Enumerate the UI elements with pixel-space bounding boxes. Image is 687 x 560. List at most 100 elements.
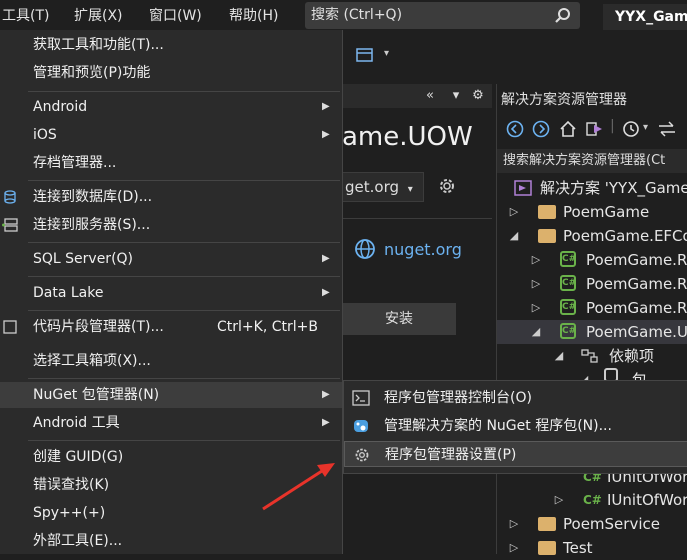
submenu-item-package-settings[interactable]: 程序包管理器设置(P)	[344, 441, 687, 467]
submenu-arrow-icon: ▶	[322, 287, 330, 298]
main-toolbar: ▾	[342, 34, 492, 82]
menu-item-label: 连接到服务器(S)...	[33, 217, 151, 233]
tree-folder-efcore[interactable]: ◢ PoemGame.EFCo	[508, 224, 687, 248]
solution-explorer-toolbar: | ▾	[497, 114, 687, 146]
expand-arrow-icon[interactable]: ▷	[530, 296, 542, 320]
home-icon[interactable]	[558, 119, 578, 139]
expand-arrow-icon[interactable]: ▷	[530, 272, 542, 296]
tree-folder-test[interactable]: ▷ Test	[508, 536, 687, 560]
menu-separator	[28, 180, 340, 181]
switch-views-icon[interactable]	[585, 119, 605, 139]
database-connect-icon	[4, 190, 16, 204]
collapse-arrow-icon[interactable]: ◢	[553, 344, 565, 368]
folder-icon	[538, 517, 556, 531]
tree-label: PoemGame	[563, 203, 650, 221]
collapse-arrow-icon[interactable]: ◢	[530, 320, 542, 344]
server-connect-icon	[2, 218, 18, 232]
history-icon[interactable]	[621, 119, 641, 139]
toolbar-separator: |	[610, 118, 615, 134]
menu-window[interactable]: 窗口(W)	[149, 0, 202, 30]
menu-separator	[28, 378, 340, 379]
gear-icon	[355, 448, 369, 462]
menu-item-ios[interactable]: iOS ▶	[0, 122, 342, 148]
expand-arrow-icon[interactable]: ▷	[530, 248, 542, 272]
solution-search-input[interactable]: 搜索解决方案资源管理器(Ct	[497, 149, 687, 173]
menu-item-snippet-manager[interactable]: 代码片段管理器(T)... Ctrl+K, Ctrl+B	[0, 314, 342, 340]
menu-item-label: NuGet 包管理器(N)	[33, 387, 160, 403]
chevron-down-icon: ▾	[407, 184, 413, 195]
toolbar-dropdown-icon[interactable]: ▾	[384, 48, 389, 59]
menu-help[interactable]: 帮助(H)	[229, 0, 278, 30]
collapse-arrow-icon[interactable]: ◢	[508, 224, 520, 248]
menu-item-sql-server[interactable]: SQL Server(Q) ▶	[0, 246, 342, 272]
expand-arrow-icon[interactable]: ▷	[553, 488, 565, 512]
menu-extensions[interactable]: 扩展(X)	[74, 0, 123, 30]
menu-item-archive-manager[interactable]: 存档管理器...	[0, 150, 342, 176]
submenu-item-label: 程序包管理器设置(P)	[385, 447, 517, 463]
collapse-icon[interactable]: «	[420, 86, 440, 106]
tree-file[interactable]: ▷ C# IUnitOfWor	[553, 488, 687, 512]
package-source-value: get.org	[345, 178, 400, 196]
nuget-link[interactable]: nuget.org	[384, 240, 462, 259]
tree-folder-poemgame[interactable]: ▷ PoemGame	[508, 200, 687, 224]
tree-label: PoemGame.Re	[586, 251, 687, 269]
sync-icon[interactable]	[657, 120, 677, 138]
tree-solution[interactable]: 解决方案 'YYX_Game	[514, 176, 687, 200]
menu-item-label: Data Lake	[33, 285, 104, 301]
submenu-item-label: 程序包管理器控制台(O)	[384, 390, 532, 406]
collapse-arrow-icon[interactable]: ◢	[578, 368, 590, 380]
dependencies-icon	[581, 349, 598, 363]
tab-list-icon[interactable]: ▾	[446, 86, 466, 106]
menu-item-label: Spy++(+)	[33, 505, 106, 521]
tree-label: IUnitOfWor	[607, 491, 687, 509]
menu-item-nuget-manager[interactable]: NuGet 包管理器(N) ▶	[0, 382, 342, 408]
menu-item-choose-toolbox[interactable]: 选择工具箱项(X)...	[0, 348, 342, 374]
tree-project[interactable]: ▷ C# PoemGame.Re	[530, 248, 687, 272]
tree-dependencies[interactable]: ◢ 依赖项	[553, 344, 687, 368]
gear-icon[interactable]	[436, 175, 458, 197]
submenu-item-manage-nuget[interactable]: 管理解决方案的 NuGet 程序包(N)...	[344, 413, 687, 439]
expand-arrow-icon[interactable]: ▷	[508, 200, 520, 224]
tree-project[interactable]: ▷ C# PoemGame.Re	[530, 296, 687, 320]
menu-item-data-lake[interactable]: Data Lake ▶	[0, 280, 342, 306]
menu-item-connect-database[interactable]: 连接到数据库(D)...	[0, 184, 342, 210]
install-button[interactable]: 安装	[342, 303, 456, 335]
tree-project[interactable]: ▷ C# PoemGame.Re	[530, 272, 687, 296]
menu-item-android-tools[interactable]: Android 工具 ▶	[0, 410, 342, 436]
menu-item-label: 代码片段管理器(T)...	[33, 319, 164, 335]
package-icon	[604, 368, 618, 380]
submenu-item-package-console[interactable]: 程序包管理器控制台(O)	[344, 385, 687, 411]
menu-item-shortcut: Ctrl+K, Ctrl+B	[217, 319, 318, 335]
menu-item-get-tools[interactable]: 获取工具和功能(T)...	[0, 32, 342, 58]
submenu-arrow-icon: ▶	[322, 417, 330, 428]
menu-item-label: Android	[33, 99, 88, 115]
tree-project-selected[interactable]: ◢ C# PoemGame.U	[497, 320, 687, 344]
search-box[interactable]: 搜索 (Ctrl+Q)	[305, 2, 580, 29]
back-icon[interactable]	[506, 120, 524, 138]
expand-arrow-icon[interactable]: ▷	[508, 536, 520, 560]
menu-item-external-tools[interactable]: 外部工具(E)...	[0, 528, 342, 554]
package-source-select[interactable]: get.org ▾	[342, 172, 424, 202]
tree-folder-poemservice[interactable]: ▷ PoemService	[508, 512, 687, 536]
menu-item-label: 获取工具和功能(T)...	[33, 37, 164, 53]
menu-item-connect-server[interactable]: 连接到服务器(S)...	[0, 212, 342, 238]
chevron-down-icon[interactable]: ▾	[643, 122, 648, 133]
expand-arrow-icon[interactable]: ▷	[508, 512, 520, 536]
menu-item-label: 创建 GUID(G)	[33, 449, 124, 465]
forward-icon[interactable]	[532, 120, 550, 138]
menu-item-label: 连接到数据库(D)...	[33, 189, 153, 205]
menu-item-android[interactable]: Android ▶	[0, 94, 342, 120]
window-layout-icon[interactable]	[355, 46, 375, 66]
doc-tab-toolbar: « ▾ ⚙	[342, 84, 492, 108]
nuget-submenu: 程序包管理器控制台(O) 管理解决方案的 NuGet 程序包(N)... 程序包…	[343, 380, 687, 474]
menu-tools[interactable]: 工具(T)	[2, 0, 49, 30]
menu-bar: 工具(T) 扩展(X) 窗口(W) 帮助(H) 搜索 (Ctrl+Q) YYX_…	[0, 0, 687, 30]
search-icon	[555, 8, 570, 23]
menu-item-label: 管理和预览(P)功能	[33, 65, 151, 81]
menu-item-manage-preview[interactable]: 管理和预览(P)功能	[0, 60, 342, 86]
snippet-icon	[3, 320, 17, 334]
menu-item-label: 存档管理器...	[33, 155, 117, 171]
settings-small-icon[interactable]: ⚙	[468, 86, 488, 106]
divider	[342, 218, 492, 219]
tree-packages[interactable]: ◢ 包	[578, 368, 687, 380]
